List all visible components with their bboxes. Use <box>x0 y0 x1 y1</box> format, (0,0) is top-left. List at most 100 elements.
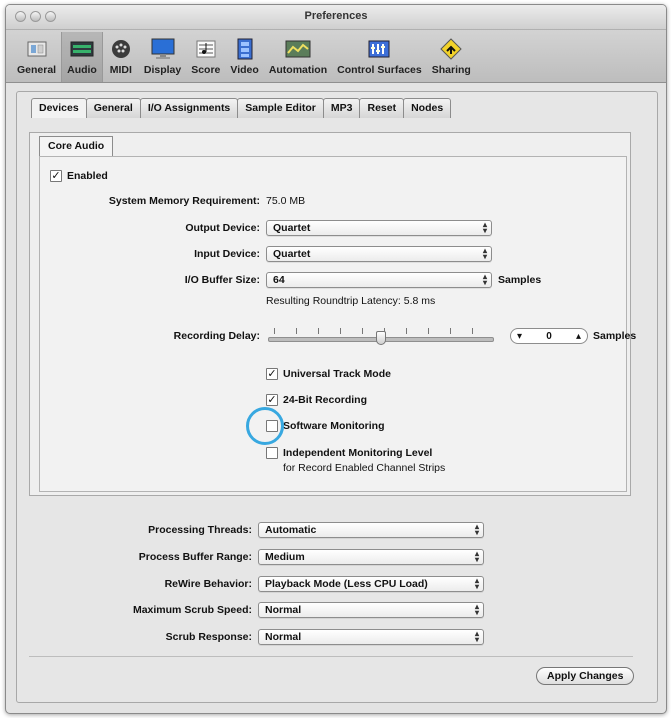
24-bit-recording-row: ✓ 24-Bit Recording <box>266 394 367 406</box>
audio-tabs: Devices General I/O Assignments Sample E… <box>31 98 452 118</box>
tab-nodes[interactable]: Nodes <box>403 98 452 118</box>
universal-track-mode-row: ✓ Universal Track Mode <box>266 368 391 380</box>
processing-threads-popup[interactable]: Automatic ▴ ▾ <box>258 522 484 538</box>
independent-monitoring-sub-row: for Record Enabled Channel Strips <box>283 462 445 474</box>
output-device-value: Quartet <box>273 222 311 234</box>
max-scrub-label: Maximum Scrub Speed: <box>132 604 252 616</box>
scrub-response-popup[interactable]: Normal ▴ ▾ <box>258 629 484 645</box>
toolbar-score[interactable]: Score <box>186 32 225 82</box>
processing-threads-row: Processing Threads: Automatic ▴ ▾ <box>32 522 484 538</box>
software-monitoring-label: Software Monitoring <box>283 420 385 432</box>
score-icon <box>193 38 219 60</box>
24-bit-recording-label: 24-Bit Recording <box>283 394 368 406</box>
control-surfaces-icon <box>366 38 392 60</box>
recording-delay-stepper[interactable]: ▾ 0 ▴ <box>510 328 588 344</box>
recording-delay-unit: Samples <box>593 330 637 342</box>
window-title: Preferences <box>304 10 368 22</box>
output-device-popup[interactable]: Quartet ▴ ▾ <box>266 220 492 236</box>
slider-tick <box>274 328 275 334</box>
popup-arrows-icon: ▴ ▾ <box>474 549 479 564</box>
toolbar-sharing[interactable]: Sharing <box>427 32 476 82</box>
enabled-checkbox[interactable]: ✓ <box>50 170 62 182</box>
toolbar-audio[interactable]: Audio <box>61 32 103 82</box>
popup-arrows-icon: ▴ ▾ <box>474 576 479 591</box>
toolbar-midi[interactable]: MIDI <box>103 32 139 82</box>
24-bit-recording-checkbox[interactable]: ✓ <box>266 394 278 406</box>
audio-icon <box>69 38 95 60</box>
input-device-popup[interactable]: Quartet ▴ ▾ <box>266 246 492 262</box>
enabled-row: ✓ Enabled <box>50 170 108 182</box>
preferences-window: Preferences General Audio MIDI Display S… <box>5 4 667 714</box>
toolbar-display[interactable]: Display <box>139 32 186 82</box>
increment-arrow-icon[interactable]: ▴ <box>576 331 581 342</box>
independent-monitoring-checkbox[interactable] <box>266 447 278 459</box>
recording-delay-label: Recording Delay: <box>173 330 260 342</box>
core-audio-group: ✓ Enabled System Memory Requirement: 75.… <box>39 156 636 492</box>
independent-monitoring-sub: for Record Enabled Channel Strips <box>283 462 446 474</box>
rewire-value: Playback Mode (Less CPU Load) <box>265 578 428 590</box>
recording-delay-slider[interactable] <box>266 325 496 347</box>
max-scrub-row: Maximum Scrub Speed: Normal ▴ ▾ <box>32 602 484 618</box>
slider-knob[interactable] <box>376 331 386 345</box>
decrement-arrow-icon[interactable]: ▾ <box>517 331 522 342</box>
highlight-circle <box>246 407 284 445</box>
output-device-row: Output Device: Quartet ▴ ▾ <box>40 220 492 236</box>
popup-arrows-icon: ▴ ▾ <box>474 522 479 537</box>
tab-devices[interactable]: Devices <box>31 98 87 118</box>
enabled-label: Enabled <box>67 170 108 182</box>
universal-track-mode-label: Universal Track Mode <box>283 368 391 380</box>
independent-monitoring-row: Independent Monitoring Level <box>266 447 432 459</box>
toolbar-label: Score <box>191 64 221 76</box>
rewire-label: ReWire Behavior: <box>164 578 252 590</box>
apply-changes-button[interactable]: Apply Changes <box>536 667 635 685</box>
latency-text: Resulting Roundtrip Latency: 5.8 ms <box>266 295 436 307</box>
tab-io-assignments[interactable]: I/O Assignments <box>139 98 239 118</box>
toolbar-control-surfaces[interactable]: Control Surfaces <box>332 32 427 82</box>
toolbar-label: Sharing <box>431 64 471 76</box>
latency-row: Resulting Roundtrip Latency: 5.8 ms <box>266 295 435 307</box>
display-icon <box>150 38 176 60</box>
toolbar-label: Display <box>143 64 182 76</box>
processing-threads-value: Automatic <box>265 524 317 536</box>
popup-arrows-icon: ▴ ▾ <box>482 246 487 261</box>
buffer-size-unit: Samples <box>498 274 542 286</box>
slider-tick <box>340 328 341 334</box>
slider-tick <box>318 328 319 334</box>
slider-tick <box>362 328 363 334</box>
toolbar-video[interactable]: Video <box>225 32 263 82</box>
popup-arrows-icon: ▴ ▾ <box>474 602 479 617</box>
process-buffer-row: Process Buffer Range: Medium ▴ ▾ <box>32 549 484 565</box>
memory-value: 75.0 MB <box>266 195 306 207</box>
scrub-response-value: Normal <box>265 631 302 643</box>
memory-label: System Memory Requirement: <box>108 195 260 207</box>
toolbar-label: Audio <box>67 64 97 76</box>
tab-reset[interactable]: Reset <box>359 98 405 118</box>
max-scrub-popup[interactable]: Normal ▴ ▾ <box>258 602 484 618</box>
tab-general[interactable]: General <box>85 98 141 118</box>
buffer-size-popup[interactable]: 64 ▴ ▾ <box>266 272 492 288</box>
buffer-size-value: 64 <box>273 274 285 286</box>
tab-mp3[interactable]: MP3 <box>322 98 361 118</box>
tab-sample-editor[interactable]: Sample Editor <box>237 98 324 118</box>
divider <box>29 656 633 657</box>
popup-arrows-icon: ▴ ▾ <box>482 272 487 287</box>
process-buffer-label: Process Buffer Range: <box>138 551 252 563</box>
toolbar-automation[interactable]: Automation <box>264 32 332 82</box>
title-bar: Preferences <box>6 5 666 30</box>
popup-arrows-icon: ▴ ▾ <box>474 629 479 644</box>
recording-delay-row: Recording Delay: ▾ 0 ▴ Samples <box>40 325 636 347</box>
input-device-value: Quartet <box>273 248 311 260</box>
buffer-size-row: I/O Buffer Size: 64 ▴ ▾ Samples <box>40 272 541 288</box>
sharing-icon <box>438 38 464 60</box>
video-icon <box>232 38 258 60</box>
popup-arrows-icon: ▴ ▾ <box>482 220 487 235</box>
process-buffer-popup[interactable]: Medium ▴ ▾ <box>258 549 484 565</box>
toolbar-label: MIDI <box>109 64 132 76</box>
max-scrub-value: Normal <box>265 604 302 616</box>
process-buffer-value: Medium <box>265 551 305 563</box>
rewire-popup[interactable]: Playback Mode (Less CPU Load) ▴ ▾ <box>258 576 484 592</box>
automation-icon <box>285 38 311 60</box>
toolbar-general[interactable]: General <box>12 32 61 82</box>
tab-core-audio[interactable]: Core Audio <box>39 136 114 156</box>
universal-track-mode-checkbox[interactable]: ✓ <box>266 368 278 380</box>
